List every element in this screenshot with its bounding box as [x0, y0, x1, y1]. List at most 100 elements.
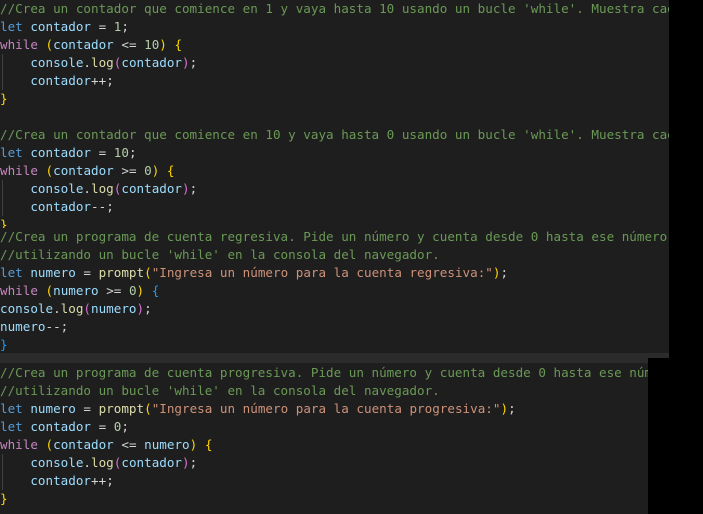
code-line: let contador = 10; — [0, 144, 669, 162]
function-log: log — [91, 455, 114, 470]
identifier-console: console — [30, 55, 84, 70]
identifier-console: console — [0, 301, 54, 316]
identifier-numero: numero — [91, 301, 137, 316]
identifier-numero: numero — [53, 283, 99, 298]
code-block-exercise-1[interactable]: //Crea un contador que comience en 1 y v… — [0, 0, 669, 126]
code-line: contador++; — [0, 472, 648, 490]
assign-operator: = — [75, 401, 99, 416]
code-line: //Crea un programa de cuenta regresiva. … — [0, 228, 669, 246]
code-line: while (numero >= 0) { — [0, 282, 669, 300]
lte-operator: <= — [113, 437, 145, 452]
assign-operator: = — [91, 19, 114, 34]
code-block-exercise-3[interactable]: //Crea un programa de cuenta regresiva. … — [0, 228, 669, 354]
semicolon: ; — [128, 145, 137, 160]
paren-open: ( — [83, 301, 92, 316]
identifier-numero: numero — [144, 437, 190, 452]
editor-pane-middle[interactable]: //Crea un programa de cuenta regresiva. … — [0, 228, 669, 358]
brace-close: } — [0, 217, 8, 228]
dot: . — [83, 455, 92, 470]
number-literal: 10 — [144, 37, 160, 52]
function-log: log — [91, 181, 114, 196]
dot: . — [83, 55, 92, 70]
code-line: let numero = prompt("Ingresa un número p… — [0, 264, 669, 282]
editor-pane-bottom[interactable]: //Crea un programa de cuenta progresiva.… — [0, 358, 648, 514]
editor-pane-top[interactable]: //Crea un contador que comience en 1 y v… — [0, 0, 669, 228]
comment-token: //utilizando un bucle 'while' en la cons… — [0, 247, 440, 262]
function-prompt: prompt — [98, 401, 145, 416]
number-literal: 10 — [113, 145, 129, 160]
semicolon: ; — [106, 199, 114, 214]
assign-operator: = — [91, 145, 114, 160]
number-literal: 0 — [128, 283, 137, 298]
keyword-while: while — [0, 437, 38, 452]
brace-close: } — [0, 91, 8, 106]
code-line: let contador = 0; — [0, 418, 648, 436]
function-log: log — [91, 55, 114, 70]
dot: . — [53, 301, 61, 316]
paren-close: ) — [159, 37, 167, 52]
identifier-contador: contador — [121, 181, 183, 196]
identifier-contador: contador — [53, 437, 114, 452]
paren-close: ) — [182, 55, 190, 70]
comment-token: //Crea un programa de cuenta regresiva. … — [0, 229, 668, 244]
semicolon: ; — [189, 455, 198, 470]
paren-close: ) — [136, 283, 145, 298]
gte-operator: >= — [98, 283, 129, 298]
identifier-contador: contador — [121, 55, 183, 70]
paren-close: ) — [136, 301, 145, 316]
identifier-contador: contador — [30, 145, 92, 160]
keyword-let: let — [0, 19, 23, 34]
function-prompt: prompt — [98, 265, 145, 280]
code-line: console.log(contador); — [0, 180, 669, 216]
semicolon: ; — [121, 419, 129, 434]
string-literal: "Ingresa un número para la cuenta progre… — [151, 401, 501, 416]
keyword-let: let — [0, 419, 23, 434]
brace-open: { — [174, 37, 183, 52]
brace-close: } — [0, 337, 8, 352]
paren-close: ) — [500, 401, 509, 416]
comment-token: //Crea un contador que comience en 10 y … — [0, 127, 669, 142]
increment-operator: ++ — [91, 73, 107, 88]
code-line: numero--; — [0, 318, 669, 336]
decrement-operator: -- — [91, 199, 107, 214]
paren-open: ( — [45, 437, 54, 452]
function-log: log — [60, 301, 84, 316]
assign-operator: = — [91, 419, 114, 434]
code-block-exercise-2[interactable]: //Crea un contador que comience en 10 y … — [0, 126, 669, 228]
comment-token: //utilizando un bucle 'while' en la cons… — [0, 383, 440, 398]
paren-close: ) — [182, 181, 190, 196]
code-block-exercise-4[interactable]: //Crea un programa de cuenta progresiva.… — [0, 358, 648, 508]
keyword-while: while — [0, 283, 38, 298]
keyword-let: let — [0, 265, 23, 280]
code-line: } — [0, 490, 648, 508]
lte-operator: <= — [113, 37, 145, 52]
number-literal: 0 — [144, 163, 152, 178]
code-line: //utilizando un bucle 'while' en la cons… — [0, 246, 669, 264]
code-line: while (contador <= numero) { — [0, 436, 648, 454]
paren-open: ( — [45, 283, 54, 298]
identifier-numero: numero — [30, 401, 76, 416]
identifier-contador: contador — [30, 199, 92, 214]
increment-operator: ++ — [91, 473, 107, 488]
semicolon: ; — [144, 301, 152, 316]
semicolon: ; — [121, 19, 129, 34]
paren-close: ) — [182, 455, 190, 470]
brace-close: } — [0, 491, 8, 506]
code-line: while (contador >= 0) { — [0, 162, 669, 180]
paren-open: ( — [144, 265, 152, 280]
code-line: } — [0, 90, 669, 108]
semicolon: ; — [60, 319, 69, 334]
assign-operator: = — [75, 265, 99, 280]
comment-token: //Crea un contador que comience en 1 y v… — [0, 1, 669, 16]
